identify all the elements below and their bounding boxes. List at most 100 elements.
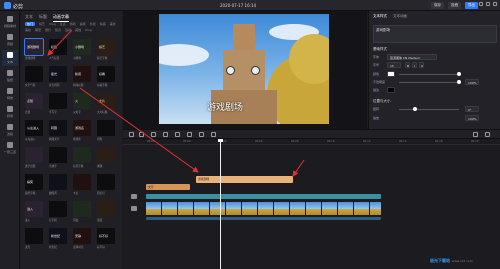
template-tile[interactable]: 安静 安静时光	[73, 228, 91, 250]
template-tile[interactable]: 搞笑 搞笑字幕	[25, 174, 43, 196]
template-tile[interactable]: 卡点	[73, 174, 91, 196]
category-tab[interactable]: 情感	[100, 22, 106, 26]
category-tab[interactable]: 其他	[75, 28, 81, 32]
template-tile[interactable]: 小剧场 小剧场	[73, 39, 91, 61]
text-overlay[interactable]: 游戏剧场	[207, 100, 243, 113]
export-button[interactable]: 导出	[465, 2, 478, 9]
template-tile[interactable]: 游戏名 游戏名	[73, 120, 91, 142]
share-button[interactable]: 投稿	[448, 2, 461, 9]
video-preview[interactable]: 游戏剧场	[159, 14, 329, 124]
opacity-input[interactable]: 100%	[465, 79, 479, 85]
nav-item-audio[interactable]: 音频	[2, 32, 18, 48]
nav-item-video[interactable]: 视频素材	[2, 14, 18, 30]
template-tile[interactable]: 手写字	[49, 93, 67, 115]
template-tile[interactable]: 闪白	[73, 201, 91, 223]
nav-item-filter[interactable]: 滤镜	[2, 122, 18, 138]
template-tile[interactable]: 渐显	[97, 201, 115, 223]
tab-animated-caption[interactable]: 动画字幕	[53, 13, 69, 22]
template-tile[interactable]: 好看 好看字幕	[97, 66, 115, 88]
close-icon[interactable]	[493, 2, 497, 6]
delete-icon[interactable]	[163, 132, 168, 137]
template-tile[interactable]: 进入 进入	[25, 201, 43, 223]
nav-item-like[interactable]: 一键三连	[2, 140, 18, 156]
split-icon[interactable]	[151, 132, 156, 137]
tab-title[interactable]: 标题	[39, 13, 47, 22]
category-tab[interactable]: 萌宠	[35, 28, 41, 32]
maximize-icon[interactable]	[486, 2, 490, 6]
category-tab[interactable]: 旅行	[45, 28, 51, 32]
template-tile[interactable]: 弹跳	[97, 147, 115, 169]
nav-item-effects[interactable]: 特效	[2, 86, 18, 102]
template-tile[interactable]: 光效字	[49, 147, 67, 169]
category-tab[interactable]: 游戏	[70, 22, 76, 26]
template-tile[interactable]: 火火焰字	[73, 93, 91, 115]
template-tile[interactable]: 点赞 点赞	[25, 93, 43, 115]
template-tile[interactable]: 流光	[25, 228, 43, 250]
template-tile[interactable]: 文字气泡	[25, 66, 43, 88]
scale-input[interactable]: 100%	[465, 115, 479, 121]
template-tile[interactable]: 综艺 综艺字幕	[97, 39, 115, 61]
size-input[interactable]: 15	[387, 62, 401, 68]
template-tile[interactable]: 大片 大片标题	[97, 93, 115, 115]
redo-icon[interactable]	[139, 132, 144, 137]
category-tab[interactable]: 影视	[90, 22, 96, 26]
tab-text-animation[interactable]: 文本动画	[393, 14, 407, 19]
text-clip[interactable]: 游戏剧场	[196, 176, 293, 183]
speed-icon[interactable]	[187, 132, 192, 137]
category-tab[interactable]: 美妆	[25, 28, 31, 32]
template-tile[interactable]: 星光 星光闪闪	[49, 66, 67, 88]
category-tab[interactable]: 生活	[60, 22, 66, 26]
template-tile[interactable]: 转圈 转圈文字	[49, 120, 67, 142]
reverse-icon[interactable]	[199, 132, 204, 137]
mirror-icon[interactable]	[211, 132, 216, 137]
template-tile[interactable]: 逐字出现	[25, 147, 43, 169]
nav-item-transition[interactable]: 转场	[2, 104, 18, 120]
category-tab[interactable]: 热门	[25, 22, 36, 26]
color-slider-knob[interactable]	[457, 72, 461, 76]
nav-item-text[interactable]: 文本	[2, 50, 18, 66]
document-title[interactable]: 2020-07-17 16:14	[220, 3, 256, 8]
crop-icon[interactable]	[175, 132, 180, 137]
template-tile[interactable]: 闪烁	[97, 120, 115, 142]
underline-button[interactable]: U	[419, 62, 424, 68]
zoom-out-icon[interactable]	[473, 132, 478, 137]
nav-item-sticker[interactable]: 贴纸	[2, 68, 18, 84]
rotate-slider-knob[interactable]	[413, 107, 417, 111]
text-clip-small[interactable]: 文字	[146, 184, 190, 190]
template-tile[interactable]: 好不好 好不好	[97, 228, 115, 250]
italic-button[interactable]: I	[412, 62, 417, 68]
template-tile[interactable]: 霓虹灯	[97, 174, 115, 196]
category-tab[interactable]: 知识	[55, 28, 61, 32]
template-tile[interactable]: 新闻 新闻标题	[73, 66, 91, 88]
text-content-input[interactable]: 游戏剧场	[373, 25, 497, 43]
tab-text-style[interactable]: 文本样式	[373, 14, 387, 19]
tab-text[interactable]: 文本	[25, 13, 33, 22]
minimize-icon[interactable]	[479, 2, 483, 6]
category-tab[interactable]: Vlog	[85, 28, 92, 32]
audio-wave-clip[interactable]	[146, 217, 381, 220]
undo-icon[interactable]	[129, 132, 134, 137]
audio-clip[interactable]	[146, 194, 381, 199]
template-tile[interactable]: 故障风	[49, 174, 67, 196]
category-tab[interactable]: 美食	[110, 22, 116, 26]
bold-button[interactable]: B	[405, 62, 410, 68]
template-tile[interactable]: 标签 人气标签	[49, 39, 67, 61]
time-ruler[interactable]: 00:0000:0200:0400:0600:0800:1000:1200:14…	[123, 139, 500, 145]
template-tile[interactable]: 从左进入 从左进入	[25, 120, 43, 142]
zoom-in-icon[interactable]	[485, 132, 490, 137]
category-tab[interactable]: 运动	[65, 28, 71, 32]
color-swatch[interactable]	[387, 71, 395, 77]
template-tile[interactable]: 新世纪 新世纪	[49, 228, 67, 250]
audio-track-icon[interactable]	[131, 194, 137, 199]
video-clip[interactable]	[146, 202, 381, 215]
rotate-input[interactable]: 0°	[465, 106, 479, 112]
category-tab[interactable]: 综艺	[39, 22, 45, 26]
font-select[interactable]: 思源黑体 CN Medium	[387, 54, 437, 60]
template-tile[interactable]: 打字机	[49, 201, 67, 223]
opacity-slider-knob[interactable]	[457, 80, 461, 84]
category-tab[interactable]: 搞笑	[80, 22, 86, 26]
video-track-icon[interactable]	[131, 206, 137, 211]
template-tile[interactable]: 游戏剧场 游戏剧场	[24, 38, 44, 61]
playhead[interactable]	[220, 139, 221, 269]
template-tile[interactable]: 标签字幕	[73, 147, 91, 169]
